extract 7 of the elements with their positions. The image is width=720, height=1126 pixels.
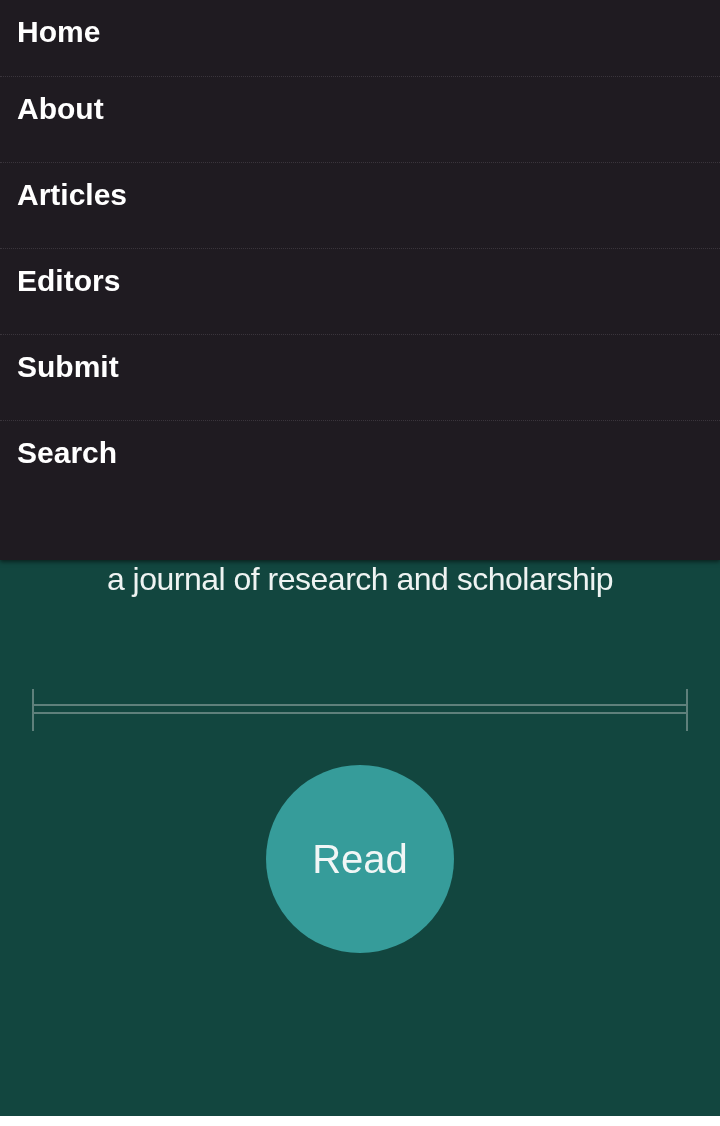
tagline: a journal of research and scholarship (106, 560, 614, 598)
menu-item[interactable]: Submit (0, 335, 720, 421)
menu-item[interactable]: Home (0, 0, 720, 77)
menu-item[interactable]: About (0, 77, 720, 163)
menu-item[interactable]: Articles (0, 163, 720, 249)
menu-item[interactable]: Search (0, 421, 720, 506)
menu-item[interactable]: Editors (0, 249, 720, 335)
